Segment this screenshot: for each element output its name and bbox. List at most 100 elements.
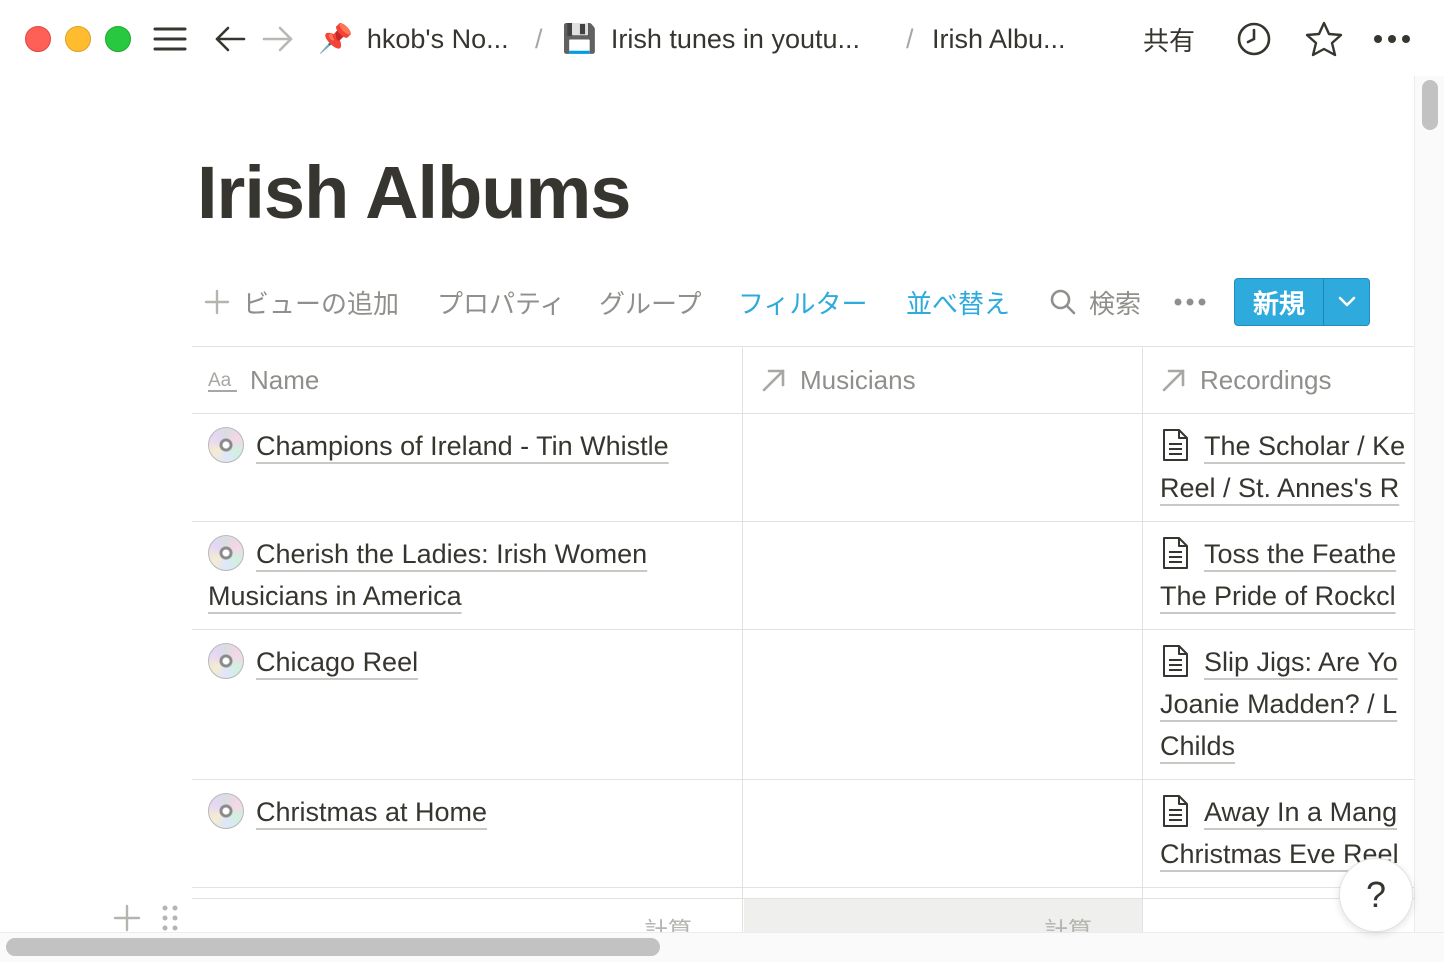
search-button[interactable]: 検索 [1049,278,1141,326]
help-button[interactable]: ? [1339,858,1413,932]
breadcrumb-current-page[interactable]: Irish Albu... [932,20,1066,58]
row-title-cont: Musicians in America [208,581,462,611]
calculate-dropdown-name[interactable]: 計算 [644,911,692,934]
recording-link[interactable]: Slip Jigs: Are Yo [1160,641,1414,683]
recordings-cell[interactable]: The Scholar / Ke Reel / St. Annes's R [1160,425,1414,509]
recording-title: Toss the Feathe [1204,539,1397,569]
more-icon[interactable] [1372,20,1412,58]
recording-link-cont[interactable]: Childs [1160,725,1414,767]
properties-button[interactable]: プロパティ [437,278,565,326]
vertical-scrollbar[interactable] [1414,76,1444,932]
row-divider [192,779,1414,780]
dvd-icon [208,535,244,571]
new-dropdown-button[interactable] [1323,279,1369,325]
new-button-group: 新規 [1234,278,1370,326]
close-window-button[interactable] [25,26,51,52]
search-label: 検索 [1089,288,1142,319]
page-icon [1163,429,1188,461]
recording-link-cont[interactable]: Reel / St. Annes's R [1160,467,1414,509]
plus-icon [204,289,230,315]
floppy-disk-icon: 💾 [562,22,597,55]
recording-link-cont[interactable]: Joanie Madden? / L [1160,683,1414,725]
toolbar-more-icon[interactable] [1174,278,1206,326]
clock-icon[interactable] [1235,20,1273,58]
plus-icon [113,904,141,932]
page-title[interactable]: Irish Albums [197,150,631,235]
svg-text:Aa: Aa [208,370,232,391]
recording-title: Away In a Mang [1204,797,1398,827]
recording-link[interactable]: Toss the Feathe [1160,533,1414,575]
table-row-name-cell[interactable]: Christmas at Home [208,791,728,833]
table-row-name-cell[interactable]: Cherish the Ladies: Irish Women Musician… [208,533,728,617]
column-header-name[interactable]: Aa Name [208,347,319,413]
add-view-label: ビューの追加 [243,288,400,319]
share-button[interactable]: 共有 [1143,20,1195,58]
recording-title: Joanie Madden? / L [1160,689,1398,719]
new-button[interactable]: 新規 [1235,279,1323,325]
recording-title: Reel / St. Annes's R [1160,473,1400,503]
horizontal-scrollbar-thumb[interactable] [6,938,660,956]
dvd-icon [208,427,244,463]
recording-link[interactable]: The Scholar / Ke [1160,425,1414,467]
breadcrumb-label: Irish tunes in youtu... [610,23,861,54]
row-title: Champions of Ireland - Tin Whistle [256,431,669,461]
forward-arrow-icon[interactable] [260,20,296,58]
row-divider [192,629,1414,630]
recording-title: Slip Jigs: Are Yo [1204,647,1398,677]
breadcrumb-label: hkob's No... [366,23,509,54]
vertical-scrollbar-thumb[interactable] [1422,80,1438,130]
sidebar-toggle-icon[interactable] [152,20,188,58]
recordings-cell[interactable]: Toss the Feathe The Pride of Rockcl [1160,533,1414,617]
filter-button[interactable]: フィルター [738,278,867,326]
page-icon [1163,537,1188,569]
breadcrumb-separator: / [535,23,543,54]
column-header-label: Name [250,364,320,395]
recording-link-cont[interactable]: The Pride of Rockcl [1160,575,1414,617]
column-divider [1142,347,1143,934]
database-toolbar: ビューの追加 プロパティ グループ フィルター 並べ替え 検索 新規 [197,278,1377,326]
breadcrumb-parent-page[interactable]: 💾 Irish tunes in youtu... [562,20,860,58]
top-bar: 📌 hkob's No... / 💾 Irish tunes in youtu.… [0,0,1444,76]
row-title: Cherish the Ladies: Irish Women [256,539,648,569]
column-header-label: Musicians [800,364,916,395]
text-property-icon: Aa [208,370,237,392]
dvd-icon [208,793,244,829]
group-button[interactable]: グループ [599,278,701,326]
header-divider [192,413,1414,414]
page-icon [1163,795,1188,827]
row-divider [192,887,1414,888]
recordings-cell[interactable]: Slip Jigs: Are Yo Joanie Madden? / L Chi… [1160,641,1414,767]
breadcrumb-separator: / [906,23,914,54]
row-divider [192,521,1414,522]
column-header-recordings[interactable]: Recordings [1160,347,1332,413]
drag-handle-icon[interactable] [160,900,180,936]
column-header-musicians[interactable]: Musicians [760,347,916,413]
back-arrow-icon[interactable] [212,20,248,58]
minimize-window-button[interactable] [65,26,91,52]
column-header-label: Recordings [1200,364,1332,395]
search-icon [1050,289,1076,315]
breadcrumb-label: Irish Albu... [932,23,1066,54]
add-view-button[interactable]: ビューの追加 [203,278,399,326]
calculate-dropdown-musicians[interactable]: 計算 [1044,911,1092,934]
recording-link[interactable]: Away In a Mang [1160,791,1414,833]
table-row-name-cell[interactable]: Champions of Ireland - Tin Whistle [208,425,728,467]
recording-title: Childs [1160,731,1236,761]
sort-button[interactable]: 並べ替え [906,278,1010,326]
pushpin-icon: 📌 [318,22,353,55]
relation-arrow-icon [762,369,785,392]
add-row-handle[interactable] [112,900,142,936]
breadcrumb-workspace[interactable]: 📌 hkob's No... [318,20,509,58]
database-table: Aa Name Musicians Recordings Champions o… [192,346,1414,934]
dvd-icon [208,643,244,679]
row-title: Chicago Reel [256,647,419,677]
chevron-down-icon [1338,296,1355,307]
table-row-name-cell[interactable]: Chicago Reel [208,641,728,683]
page-icon [1163,645,1188,677]
relation-arrow-icon [1162,369,1185,392]
star-icon[interactable] [1304,20,1344,58]
table-footer: 計算 計算 [192,898,1414,934]
row-title: Christmas at Home [256,797,488,827]
recording-title: The Pride of Rockcl [1160,581,1396,611]
zoom-window-button[interactable] [105,26,131,52]
